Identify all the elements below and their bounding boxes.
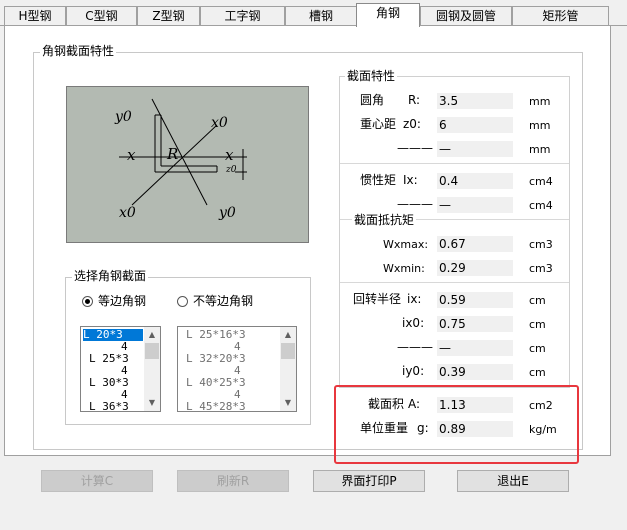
scroll-up-icon[interactable]: ▲ [144,328,160,342]
wxmax-symbol: Wxmax: [383,238,429,251]
exit-button[interactable]: 退出E [457,470,569,492]
angle-section-diagram: y0 x0 x R x z0 x0 y0 [66,86,309,243]
tab-c-steel[interactable]: C型钢 [66,6,137,25]
unequal-angle-list[interactable]: L 25*16*3 4 L 32*20*3 4 L 40*25*3 4 L 45… [177,326,297,412]
equal-angle-list[interactable]: L 20*3 4 L 25*3 4 L 30*3 4 L 36*3 ▲ ▼ [80,326,161,412]
label-r: R [167,145,179,163]
blank-unit: cm [529,342,546,355]
inertia-symbol: Ix: [403,173,418,187]
centroid-value: 6 [437,117,513,133]
gyration-unit: cm [529,294,546,307]
wxmin-value: 0.29 [437,260,513,276]
equal-angle-radio[interactable] [82,296,93,307]
print-button[interactable]: 界面打印P [313,470,425,492]
fillet-label: 圆角 [360,93,385,107]
divider [340,282,569,283]
tab-h-steel[interactable]: H型钢 [4,6,66,25]
gyration-value: 0.59 [437,292,513,308]
gyration-label: 回转半径 [353,292,402,306]
blank-value: — [437,340,513,356]
wxmin-unit: cm3 [529,262,553,275]
fillet-unit: mm [529,95,551,108]
blank-symbol: ——— [397,197,433,211]
label-y0-top: y0 [115,109,132,125]
iy0-symbol: iy0: [402,364,425,378]
list-item[interactable]: L 20*3 [83,329,143,341]
blank-unit: cm4 [529,199,553,212]
wxmin-symbol: Wxmin: [383,262,425,275]
resist-title: 截面抵抗矩 [352,213,417,228]
highlight-box [334,385,579,464]
scroll-up-icon[interactable]: ▲ [280,328,296,342]
fillet-symbol: R: [408,93,421,107]
angle-diagram-svg [119,98,247,206]
list-item[interactable]: L 36*3 [89,401,129,412]
inertia-unit: cm4 [529,175,553,188]
equal-list-scrollbar[interactable]: ▲ ▼ [144,327,160,411]
inertia-label: 惯性矩 [360,173,397,187]
centroid-label: 重心距 [360,117,397,131]
tab-i-beam[interactable]: 工字钢 [200,6,285,25]
label-x0-top: x0 [211,115,228,131]
wxmax-unit: cm3 [529,238,553,251]
section-group-title: 角钢截面特性 [40,44,117,58]
label-z0: z0 [226,165,237,175]
gyration-symbol: ix: [407,292,422,306]
wxmax-value: 0.67 [437,236,513,252]
tab-channel[interactable]: 槽钢 [285,6,357,25]
scroll-down-icon[interactable]: ▼ [280,396,296,410]
scroll-thumb[interactable] [145,343,159,359]
ix0-unit: cm [529,318,546,331]
unequal-list-scrollbar[interactable]: ▲ ▼ [280,327,296,411]
blank-symbol: ——— [397,141,433,155]
label-x0-bottom: x0 [119,205,136,221]
label-y0-bottom: y0 [219,205,236,221]
select-section-title: 选择角钢截面 [72,269,149,283]
ix0-symbol: ix0: [402,316,425,330]
unequal-angle-label: 不等边角钢 [193,294,254,308]
blank-symbol: ——— [397,340,433,354]
iy0-value: 0.39 [437,364,513,380]
centroid-symbol: z0: [403,117,421,131]
ix0-value: 0.75 [437,316,513,332]
scroll-thumb[interactable] [281,343,295,359]
properties-title: 截面特性 [345,69,398,83]
divider [340,163,569,164]
blank-value: — [437,141,513,157]
label-x-right: x [225,146,234,164]
centroid-unit: mm [529,119,551,132]
calculate-button[interactable]: 计算C [41,470,153,492]
inertia-value: 0.4 [437,173,513,189]
tab-angle-steel[interactable]: 角钢 [356,3,420,27]
tab-z-steel[interactable]: Z型钢 [137,6,200,25]
tab-rect-tube[interactable]: 矩形管 [512,6,609,25]
equal-angle-label: 等边角钢 [98,294,147,308]
unequal-angle-radio[interactable] [177,296,188,307]
iy0-unit: cm [529,366,546,379]
label-x-left: x [127,146,136,164]
blank-value: — [437,197,513,213]
blank-unit: mm [529,143,551,156]
scroll-down-icon[interactable]: ▼ [144,396,160,410]
fillet-value: 3.5 [437,93,513,109]
list-item[interactable]: L 45*28*3 [186,401,246,412]
refresh-button[interactable]: 刷新R [177,470,289,492]
tab-bar: H型钢 C型钢 Z型钢 工字钢 槽钢 角钢 圆钢及圆管 矩形管 [0,0,627,27]
tab-round-steel-pipe[interactable]: 圆钢及圆管 [420,6,512,25]
